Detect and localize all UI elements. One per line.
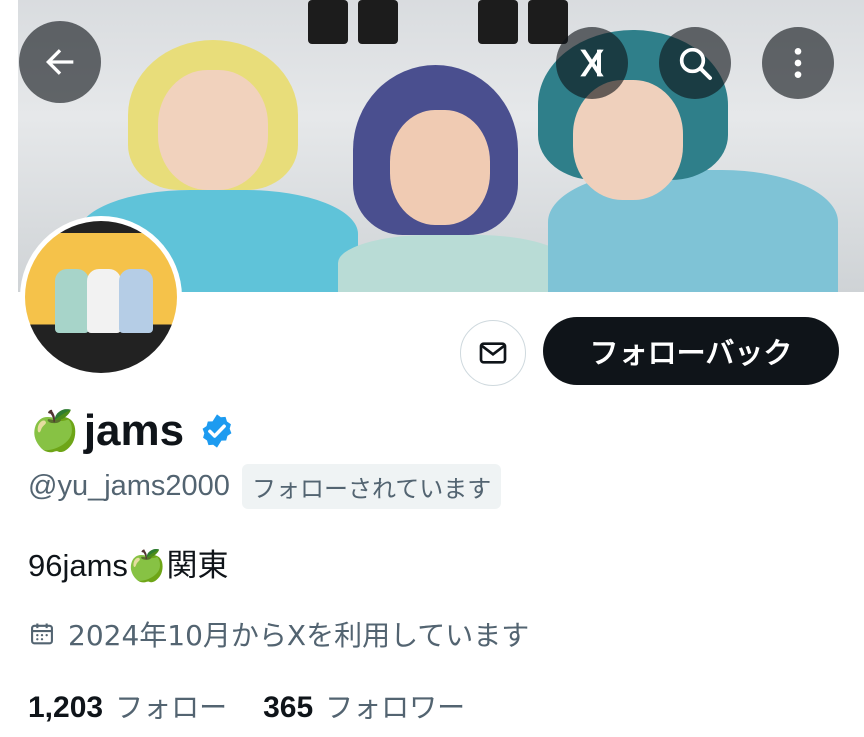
avatar-image: [25, 221, 177, 373]
more-button[interactable]: [762, 27, 834, 99]
joined-date-row: 2024年10月からXを利用しています: [28, 614, 529, 654]
banner-person-center-body: [338, 235, 568, 292]
banner-person-left-face: [158, 70, 268, 190]
message-button[interactable]: [460, 320, 526, 386]
user-handle: @yu_jams2000: [28, 469, 230, 502]
follow-stats: 1,203 フォロー 365 フォロワー: [28, 686, 465, 726]
banner-decoration: [288, 0, 588, 44]
display-name-row: 🍏 jams: [30, 402, 236, 460]
followers-count: 365: [263, 691, 314, 724]
profile-bio: 96jams🍏関東: [28, 548, 229, 583]
following-link[interactable]: 1,203 フォロー: [28, 686, 227, 726]
grok-button[interactable]: [556, 27, 628, 99]
handle-row: @yu_jams2000 フォローされています: [28, 463, 502, 509]
more-vertical-icon: [794, 48, 802, 78]
display-name: jams: [83, 406, 185, 455]
arrow-left-icon: [46, 49, 74, 75]
avatar-figure: [87, 269, 121, 333]
back-button[interactable]: [19, 21, 101, 103]
followers-link[interactable]: 365 フォロワー: [263, 686, 465, 726]
search-button[interactable]: [659, 27, 731, 99]
search-icon: [679, 47, 712, 80]
avatar-figure: [55, 269, 89, 333]
following-count: 1,203: [28, 691, 104, 724]
display-name-emoji: 🍏: [30, 408, 80, 454]
verified-badge-icon[interactable]: [198, 412, 236, 450]
calendar-icon: [31, 623, 53, 645]
envelope-icon: [479, 342, 507, 364]
followers-label: フォロワー: [325, 691, 466, 724]
joined-date-text: 2024年10月からXを利用しています: [68, 619, 530, 652]
avatar[interactable]: [20, 216, 182, 378]
grok-icon: [580, 49, 604, 77]
banner-person-center-face: [390, 110, 490, 225]
avatar-figure: [119, 269, 153, 333]
following-label: フォロー: [115, 691, 228, 724]
follow-back-button[interactable]: フォローバック: [543, 317, 839, 385]
follows-you-badge: フォローされています: [241, 463, 502, 509]
